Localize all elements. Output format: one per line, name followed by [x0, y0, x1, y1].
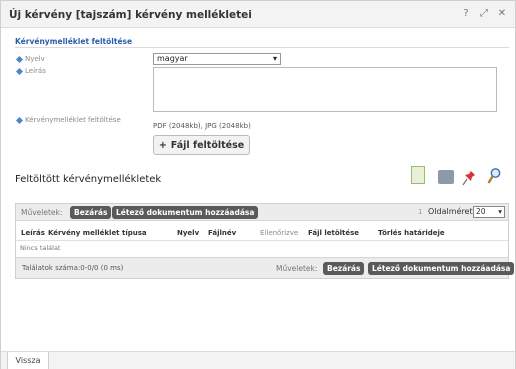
attachment-label-text: Kérvénymelléklet feltöltése	[25, 116, 121, 124]
column-header[interactable]: Fájl letöltése	[308, 229, 359, 237]
table-footer: Találatok száma:0-0/0 (0 ms) Műveletek: …	[16, 257, 515, 278]
upload-file-button[interactable]: + Fájl feltöltése	[153, 135, 250, 155]
description-label-text: Leírás	[25, 67, 46, 75]
footer-actions-label: Műveletek:	[276, 264, 318, 273]
page-size-select[interactable]: 20 ▾	[473, 206, 505, 218]
close-button[interactable]: Bezárás	[70, 206, 112, 219]
language-select-value: magyar	[157, 54, 188, 63]
page-number: 1	[418, 208, 423, 216]
column-header[interactable]: Nyelv	[177, 229, 199, 237]
pin-icon[interactable]	[462, 170, 476, 186]
table-toolbar: Műveletek: Bezárás Létező dokumentum hoz…	[16, 204, 508, 221]
add-existing-document-button[interactable]: Létező dokumentum hozzáadása	[112, 206, 259, 219]
results-count: Találatok száma:0-0/0 (0 ms)	[22, 264, 124, 272]
description-textarea[interactable]	[153, 67, 497, 112]
page-size-label: Oldalméret	[428, 207, 473, 216]
export-excel-icon[interactable]	[411, 166, 425, 184]
attachment-label: Kérvénymelléklet feltöltése	[15, 116, 121, 124]
description-label: Leírás	[15, 67, 46, 75]
actions-label: Műveletek:	[21, 208, 63, 217]
footer-add-existing-document-button[interactable]: Létező dokumentum hozzáadása	[368, 262, 515, 275]
attachments-table: Műveletek: Bezárás Létező dokumentum hoz…	[15, 203, 515, 279]
column-header[interactable]: Fájlnév	[208, 229, 236, 237]
help-icon[interactable]: ?	[461, 8, 471, 20]
table-header: Leírás Kérvény melléklet típusa Nyelv Fá…	[16, 227, 508, 241]
plus-icon: +	[158, 139, 167, 151]
language-select[interactable]: magyar ▾	[153, 53, 281, 65]
allowed-file-types: PDF (2048kb), JPG (2048kb)	[153, 122, 251, 130]
chevron-down-icon: ▾	[272, 54, 277, 63]
footer-close-button[interactable]: Bezárás	[323, 262, 365, 275]
dialog-bottom-bar: Vissza	[1, 351, 515, 369]
column-header[interactable]: Törlés határideje	[378, 229, 445, 237]
upload-button-label: Fájl feltöltése	[170, 139, 245, 151]
language-label-text: Nyelv	[25, 55, 45, 63]
back-button[interactable]: Vissza	[7, 352, 49, 369]
dialog-title: Új kérvény [tajszám] kérvény mellékletei	[9, 9, 252, 21]
page-size-value: 20	[476, 207, 486, 216]
uploaded-section-heading: Feltöltött kérvénymellékletek	[15, 174, 162, 185]
column-header[interactable]: Kérvény melléklet típusa	[48, 229, 147, 237]
upload-section-heading: Kérvénymelléklet feltöltése	[15, 37, 133, 46]
dialog-titlebar: Új kérvény [tajszám] kérvény mellékletei…	[1, 1, 515, 28]
required-marker-icon	[15, 116, 24, 124]
no-results-text: Nincs találat	[20, 244, 61, 252]
column-header[interactable]: Leírás	[21, 229, 45, 237]
attachments-dialog: Új kérvény [tajszám] kérvény mellékletei…	[0, 0, 516, 369]
search-icon[interactable]	[487, 167, 501, 185]
close-icon[interactable]: ✕	[497, 8, 507, 20]
print-icon[interactable]	[438, 170, 454, 184]
chevron-down-icon: ▾	[498, 207, 502, 216]
titlebar-controls: ? ⤢ ✕	[461, 8, 507, 20]
section-divider	[15, 47, 509, 48]
language-label: Nyelv	[15, 55, 45, 63]
required-marker-icon	[15, 55, 24, 63]
maximize-icon[interactable]: ⤢	[479, 8, 489, 20]
column-header: Ellenőrizve	[260, 229, 299, 237]
required-marker-icon	[15, 67, 24, 75]
